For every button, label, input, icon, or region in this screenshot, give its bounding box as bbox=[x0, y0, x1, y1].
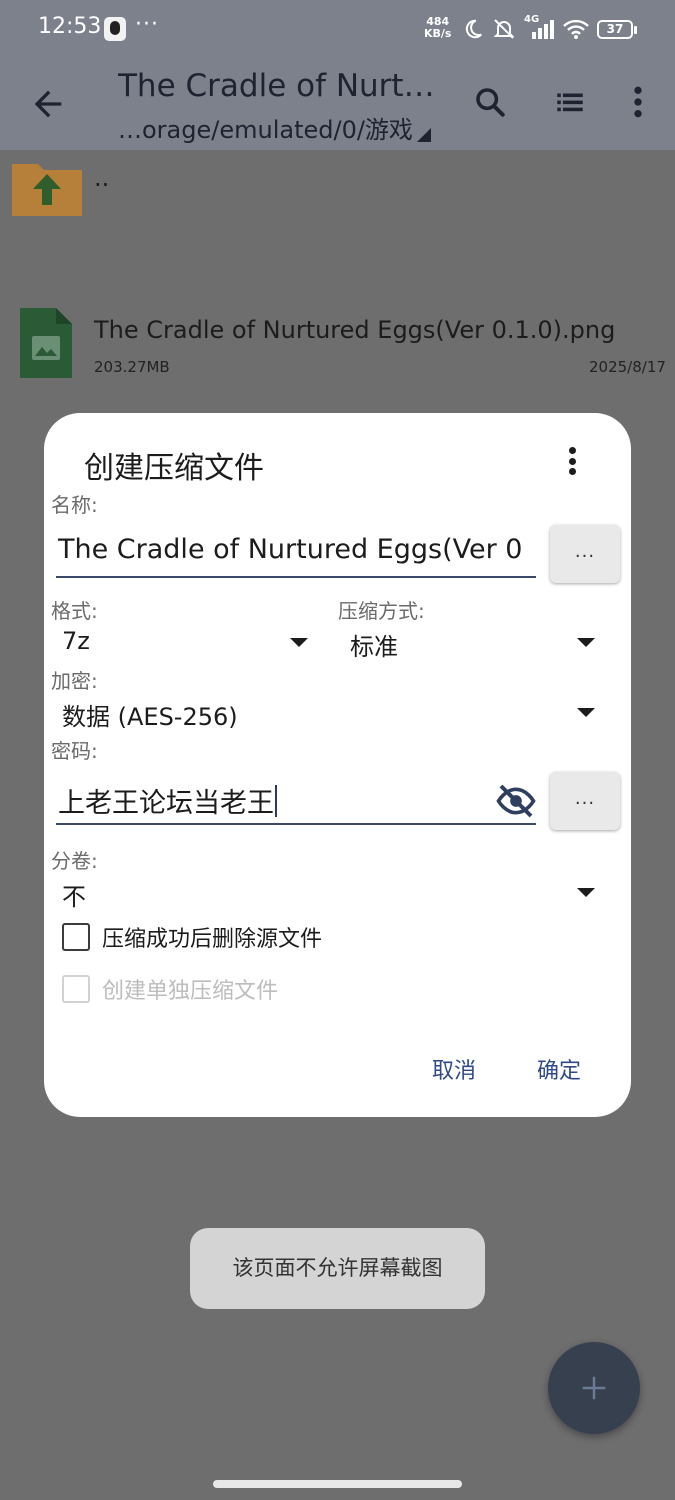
encryption-value: 数据 (AES-256) bbox=[62, 703, 238, 731]
split-label: 分卷: bbox=[51, 849, 98, 873]
archive-name-input[interactable]: The Cradle of Nurtured Eggs(Ver 0 bbox=[56, 524, 536, 578]
gesture-nav-handle[interactable] bbox=[213, 1480, 462, 1488]
format-select[interactable]: 7z bbox=[56, 621, 308, 661]
dropdown-arrow-icon bbox=[577, 638, 595, 647]
delete-source-checkbox[interactable]: 压缩成功后删除源文件 bbox=[62, 920, 322, 954]
network-speed: 484 KB/s bbox=[424, 16, 451, 40]
cellular-signal-icon: 4G bbox=[524, 14, 554, 40]
dropdown-arrow-icon bbox=[577, 708, 595, 717]
current-path-dropdown[interactable]: …orage/emulated/0/游戏 bbox=[118, 110, 431, 145]
more-vert-icon bbox=[568, 457, 576, 465]
network-speed-unit: KB/s bbox=[424, 27, 452, 40]
more-vert-icon bbox=[568, 447, 576, 454]
encryption-select[interactable]: 数据 (AES-256) bbox=[56, 691, 595, 731]
file-date: 2025/8/17 bbox=[589, 358, 666, 376]
status-icons: 4G bbox=[462, 14, 590, 44]
checkbox-box bbox=[62, 923, 90, 951]
wifi-icon bbox=[563, 19, 589, 39]
checkbox-box bbox=[62, 975, 90, 1003]
search-icon bbox=[476, 88, 505, 117]
plus-icon bbox=[582, 1376, 606, 1400]
add-fab-button[interactable] bbox=[548, 1342, 640, 1434]
text-cursor bbox=[275, 785, 277, 817]
password-label: 密码: bbox=[51, 739, 98, 763]
dialog-menu-button[interactable] bbox=[560, 443, 584, 479]
more-vert-icon bbox=[568, 468, 576, 475]
toolbar-title: The Cradle of Nurt… bbox=[118, 68, 435, 104]
current-path: …orage/emulated/0/游戏 bbox=[118, 116, 413, 144]
bell-off-icon bbox=[493, 19, 515, 39]
delete-source-label: 压缩成功后删除源文件 bbox=[102, 927, 323, 952]
name-label: 名称: bbox=[51, 493, 98, 517]
cancel-button[interactable]: 取消 bbox=[432, 1053, 476, 1085]
more-vert-icon bbox=[634, 86, 642, 118]
moon-icon bbox=[465, 19, 482, 39]
format-label: 格式: bbox=[51, 599, 98, 623]
format-value: 7z bbox=[62, 627, 90, 655]
back-button[interactable] bbox=[28, 84, 68, 124]
battery-indicator: 37 bbox=[597, 20, 637, 39]
eye-off-icon bbox=[496, 784, 536, 818]
list-view-icon bbox=[557, 93, 583, 112]
list-view-button[interactable] bbox=[550, 82, 590, 122]
dialog-title: 创建压缩文件 bbox=[84, 451, 264, 486]
folder-up-icon bbox=[12, 164, 82, 216]
app-toolbar: The Cradle of Nurt… …orage/emulated/0/游戏 bbox=[0, 62, 675, 150]
compression-label: 压缩方式: bbox=[338, 599, 425, 623]
file-size: 203.27MB bbox=[94, 358, 170, 376]
compression-select[interactable]: 标准 bbox=[344, 621, 595, 661]
browse-button[interactable]: ... bbox=[550, 525, 620, 583]
path-dropdown-icon bbox=[416, 128, 431, 142]
dropdown-arrow-icon bbox=[577, 888, 595, 897]
file-name: .. bbox=[94, 164, 110, 192]
dropdown-arrow-icon bbox=[290, 638, 308, 647]
status-time: 12:53 bbox=[38, 14, 102, 39]
file-name: The Cradle of Nurtured Eggs(Ver 0.1.0).p… bbox=[94, 316, 616, 344]
split-value: 不 bbox=[62, 883, 86, 911]
separate-archives-checkbox[interactable]: 创建单独压缩文件 bbox=[62, 972, 278, 1006]
password-options-button[interactable]: ... bbox=[550, 772, 620, 830]
file-list: .. The Cradle of Nurtured Eggs(Ver 0.1.0… bbox=[0, 150, 675, 378]
qq-notification-icon bbox=[104, 17, 126, 41]
list-item-file[interactable]: The Cradle of Nurtured Eggs(Ver 0.1.0).p… bbox=[0, 224, 675, 378]
image-file-icon bbox=[20, 308, 72, 378]
password-input[interactable]: 上老王论坛当老王 bbox=[56, 771, 536, 825]
compression-value: 标准 bbox=[350, 633, 398, 661]
status-bar: 12:53 ··· 484 KB/s 4G 37 bbox=[0, 0, 675, 62]
ok-button[interactable]: 确定 bbox=[537, 1053, 581, 1085]
create-archive-dialog: 创建压缩文件 名称: The Cradle of Nurtured Eggs(V… bbox=[44, 413, 631, 1117]
separate-archives-label: 创建单独压缩文件 bbox=[102, 979, 279, 1004]
search-button[interactable] bbox=[470, 82, 510, 122]
password-value: 上老王论坛当老王 bbox=[58, 788, 274, 819]
encryption-label: 加密: bbox=[51, 669, 98, 693]
toggle-password-visibility-button[interactable] bbox=[496, 781, 536, 821]
overflow-menu-button[interactable] bbox=[618, 82, 658, 122]
split-select[interactable]: 不 bbox=[56, 871, 595, 911]
arrow-back-icon bbox=[34, 90, 62, 118]
more-notifications-icon: ··· bbox=[135, 12, 159, 37]
list-item-parent-folder[interactable]: .. bbox=[0, 150, 675, 224]
screenshot-blocked-toast: 该页面不允许屏幕截图 bbox=[190, 1228, 485, 1309]
